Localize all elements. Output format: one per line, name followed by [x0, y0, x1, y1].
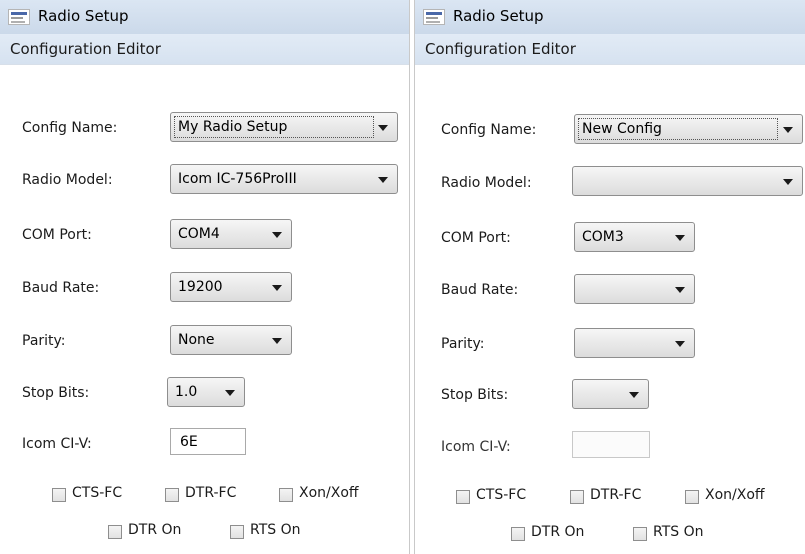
- cts-fc-checkbox[interactable]: [52, 488, 66, 502]
- chevron-down-icon: [272, 232, 282, 238]
- icom-civ-label: Icom CI-V:: [22, 436, 92, 452]
- xon-xoff-label: Xon/Xoff: [299, 485, 359, 501]
- radio-model-label: Radio Model:: [441, 175, 532, 191]
- cts-fc-label: CTS-FC: [72, 485, 123, 501]
- radio-model-label: Radio Model:: [22, 172, 113, 188]
- rts-on-label: RTS On: [250, 522, 301, 538]
- config-name-value: My Radio Setup: [178, 119, 288, 135]
- chevron-down-icon: [378, 125, 388, 131]
- radio-setup-window-right: Radio Setup Configuration Editor Config …: [414, 0, 805, 554]
- config-name-label: Config Name:: [22, 120, 118, 136]
- rts-on-checkbox[interactable]: [230, 525, 244, 539]
- dtr-fc-checkbox[interactable]: [570, 490, 584, 504]
- icom-civ-value: 6E: [180, 434, 198, 450]
- com-port-label: COM Port:: [22, 227, 92, 243]
- icom-civ-label: Icom CI-V:: [441, 439, 511, 455]
- config-name-label: Config Name:: [441, 122, 537, 138]
- dtr-fc-checkbox[interactable]: [165, 488, 179, 502]
- chevron-down-icon: [272, 285, 282, 291]
- stop-bits-dropdown[interactable]: 1.0: [167, 377, 245, 407]
- section-header: Configuration Editor: [415, 34, 805, 65]
- com-port-dropdown[interactable]: COM4: [170, 219, 292, 249]
- radio-model-dropdown[interactable]: Icom IC-756ProIII: [170, 164, 398, 194]
- section-title: Configuration Editor: [425, 40, 576, 58]
- app-logo-icon: [423, 9, 445, 25]
- radio-model-dropdown[interactable]: [572, 166, 803, 196]
- dtr-on-label: DTR On: [128, 522, 182, 538]
- chevron-down-icon: [225, 390, 235, 396]
- config-name-dropdown[interactable]: New Config: [574, 114, 803, 144]
- rts-on-checkbox[interactable]: [633, 527, 647, 541]
- window-title: Radio Setup: [38, 7, 129, 25]
- icom-civ-input[interactable]: 6E: [170, 428, 246, 455]
- xon-xoff-checkbox[interactable]: [279, 488, 293, 502]
- dtr-on-checkbox[interactable]: [511, 527, 525, 541]
- stop-bits-label: Stop Bits:: [441, 387, 509, 403]
- parity-label: Parity:: [441, 336, 485, 352]
- title-bar: Radio Setup: [415, 0, 805, 34]
- radio-model-value: Icom IC-756ProIII: [178, 171, 297, 187]
- chevron-down-icon: [675, 235, 685, 241]
- stop-bits-value: 1.0: [175, 384, 198, 400]
- rts-on-label: RTS On: [653, 524, 704, 540]
- chevron-down-icon: [378, 177, 388, 183]
- section-header: Configuration Editor: [0, 34, 409, 65]
- com-port-value: COM3: [582, 229, 624, 245]
- com-port-label: COM Port:: [441, 230, 511, 246]
- window-title: Radio Setup: [453, 7, 544, 25]
- stop-bits-dropdown[interactable]: [572, 379, 649, 409]
- chevron-down-icon: [629, 392, 639, 398]
- title-bar: Radio Setup: [0, 0, 409, 34]
- com-port-dropdown[interactable]: COM3: [574, 222, 695, 252]
- dtr-on-label: DTR On: [531, 524, 585, 540]
- dtr-fc-label: DTR-FC: [590, 487, 642, 503]
- chevron-down-icon: [272, 338, 282, 344]
- chevron-down-icon: [675, 341, 685, 347]
- baud-rate-label: Baud Rate:: [22, 280, 100, 296]
- parity-dropdown[interactable]: [574, 328, 695, 358]
- baud-rate-dropdown[interactable]: 19200: [170, 272, 292, 302]
- parity-label: Parity:: [22, 333, 66, 349]
- cts-fc-label: CTS-FC: [476, 487, 527, 503]
- parity-dropdown[interactable]: None: [170, 325, 292, 355]
- dtr-on-checkbox[interactable]: [108, 525, 122, 539]
- config-name-dropdown[interactable]: My Radio Setup: [170, 112, 398, 142]
- xon-xoff-checkbox[interactable]: [685, 490, 699, 504]
- com-port-value: COM4: [178, 226, 220, 242]
- config-name-value: New Config: [582, 121, 662, 137]
- cts-fc-checkbox[interactable]: [456, 490, 470, 504]
- chevron-down-icon: [783, 127, 793, 133]
- baud-rate-label: Baud Rate:: [441, 282, 519, 298]
- chevron-down-icon: [675, 287, 685, 293]
- baud-rate-value: 19200: [178, 279, 223, 295]
- section-title: Configuration Editor: [10, 40, 161, 58]
- app-logo-icon: [8, 9, 30, 25]
- icom-civ-input[interactable]: [572, 431, 650, 458]
- stop-bits-label: Stop Bits:: [22, 385, 90, 401]
- baud-rate-dropdown[interactable]: [574, 274, 695, 304]
- radio-setup-window-left: Radio Setup Configuration Editor Config …: [0, 0, 410, 554]
- xon-xoff-label: Xon/Xoff: [705, 487, 765, 503]
- parity-value: None: [178, 332, 215, 348]
- chevron-down-icon: [783, 179, 793, 185]
- dtr-fc-label: DTR-FC: [185, 485, 237, 501]
